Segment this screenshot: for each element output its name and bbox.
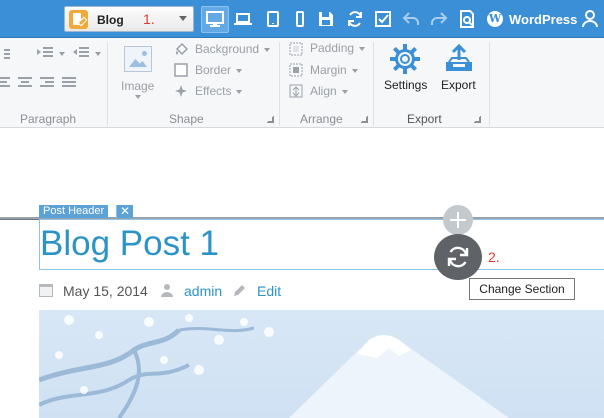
effects-label: Effects — [195, 84, 232, 98]
align-dropdown[interactable]: Align — [310, 84, 348, 98]
margin-dropdown[interactable]: Margin — [310, 63, 358, 77]
image-button[interactable]: Image — [121, 79, 154, 93]
align-label: Align — [310, 84, 337, 98]
section-tag-close-button[interactable]: ✕ — [116, 205, 133, 218]
post-edit-link[interactable]: Edit — [257, 283, 281, 299]
phone-icon[interactable] — [290, 9, 310, 29]
image-caret[interactable] — [135, 95, 141, 99]
indent-increase-icon[interactable] — [36, 45, 54, 59]
border-icon[interactable] — [174, 63, 188, 77]
preview-icon[interactable] — [457, 9, 477, 29]
background-caret — [264, 47, 271, 52]
align-center-icon[interactable] — [18, 75, 32, 89]
wordpress-icon[interactable]: W — [487, 11, 503, 27]
align-caret — [341, 89, 348, 94]
effects-caret — [236, 89, 243, 94]
align-left-icon[interactable] — [0, 75, 10, 89]
step-marker-1: 1. — [143, 11, 155, 27]
checkbox-icon[interactable] — [373, 9, 393, 29]
settings-button[interactable]: Settings — [384, 78, 427, 92]
chevron-down-icon — [179, 16, 187, 21]
blossom-mountain-illustration — [39, 314, 509, 418]
group-divider — [373, 42, 374, 126]
shape-group-label: Shape — [169, 112, 204, 126]
indent-decrease-caret[interactable] — [95, 52, 101, 56]
border-dropdown[interactable]: Border — [195, 63, 243, 77]
undo-icon[interactable] — [401, 9, 421, 29]
padding-caret — [359, 46, 366, 51]
post-featured-image[interactable] — [39, 310, 604, 418]
export-launcher-icon[interactable] — [474, 116, 481, 123]
export-tray-icon[interactable] — [444, 44, 474, 74]
laptop-icon[interactable] — [233, 9, 253, 29]
indent-increase-caret[interactable] — [59, 52, 65, 56]
change-section-refresh-icon — [447, 246, 469, 268]
group-divider — [279, 42, 280, 126]
ribbon: Paragraph Image Background Border Effect… — [0, 38, 604, 128]
post-title[interactable]: Blog Post 1 — [40, 224, 219, 264]
tablet-icon[interactable] — [263, 9, 283, 29]
padding-icon[interactable] — [289, 42, 303, 56]
align-justify-icon[interactable] — [62, 75, 76, 89]
border-label: Border — [195, 63, 232, 77]
page-select-dropdown[interactable]: Blog — [64, 6, 194, 32]
save-icon[interactable] — [316, 9, 336, 29]
padding-label: Padding — [310, 41, 355, 55]
pencil-icon — [234, 285, 245, 296]
page-select-value: Blog — [97, 13, 124, 27]
redo-icon[interactable] — [429, 9, 449, 29]
margin-label: Margin — [310, 63, 347, 77]
padding-dropdown[interactable]: Padding — [310, 41, 366, 55]
post-date: May 15, 2014 — [63, 283, 148, 299]
post-author-link[interactable]: admin — [184, 283, 222, 299]
author-user-icon — [161, 284, 173, 297]
wordpress-button[interactable]: WordPress — [509, 12, 577, 27]
settings-gear-icon[interactable] — [389, 43, 421, 75]
background-dropdown[interactable]: Background — [195, 42, 271, 56]
add-section-button[interactable] — [443, 205, 473, 235]
group-divider — [489, 42, 490, 126]
shape-launcher-icon[interactable] — [267, 116, 274, 123]
change-section-tooltip: Change Section — [469, 278, 575, 300]
margin-caret — [351, 68, 358, 73]
arrange-group-label: Arrange — [300, 112, 343, 126]
margin-icon[interactable] — [289, 63, 303, 77]
image-icon[interactable] — [124, 46, 152, 72]
change-section-button[interactable] — [434, 234, 482, 280]
background-paint-icon[interactable] — [174, 43, 188, 57]
align-right-icon[interactable] — [40, 75, 54, 89]
refresh-icon[interactable] — [345, 9, 365, 29]
paragraph-group-label: Paragraph — [20, 112, 77, 126]
effects-sparkle-icon[interactable] — [174, 84, 188, 98]
page-icon — [69, 10, 88, 29]
section-tag[interactable]: Post Header — [39, 205, 109, 218]
top-toolbar: Blog 1. W WordPress — [0, 0, 604, 38]
align-icon[interactable] — [289, 84, 303, 98]
list-icon[interactable] — [4, 47, 10, 61]
step-marker-2: 2. — [488, 249, 500, 265]
group-divider — [107, 42, 108, 126]
effects-dropdown[interactable]: Effects — [195, 84, 243, 98]
calendar-icon — [39, 284, 53, 297]
indent-decrease-icon[interactable] — [72, 45, 90, 59]
background-label: Background — [195, 42, 260, 56]
desktop-icon[interactable] — [205, 9, 225, 29]
export-button[interactable]: Export — [441, 78, 476, 92]
user-account-icon[interactable] — [580, 9, 600, 29]
border-caret — [236, 68, 243, 73]
arrange-launcher-icon[interactable] — [361, 116, 368, 123]
export-group-label: Export — [407, 112, 442, 126]
